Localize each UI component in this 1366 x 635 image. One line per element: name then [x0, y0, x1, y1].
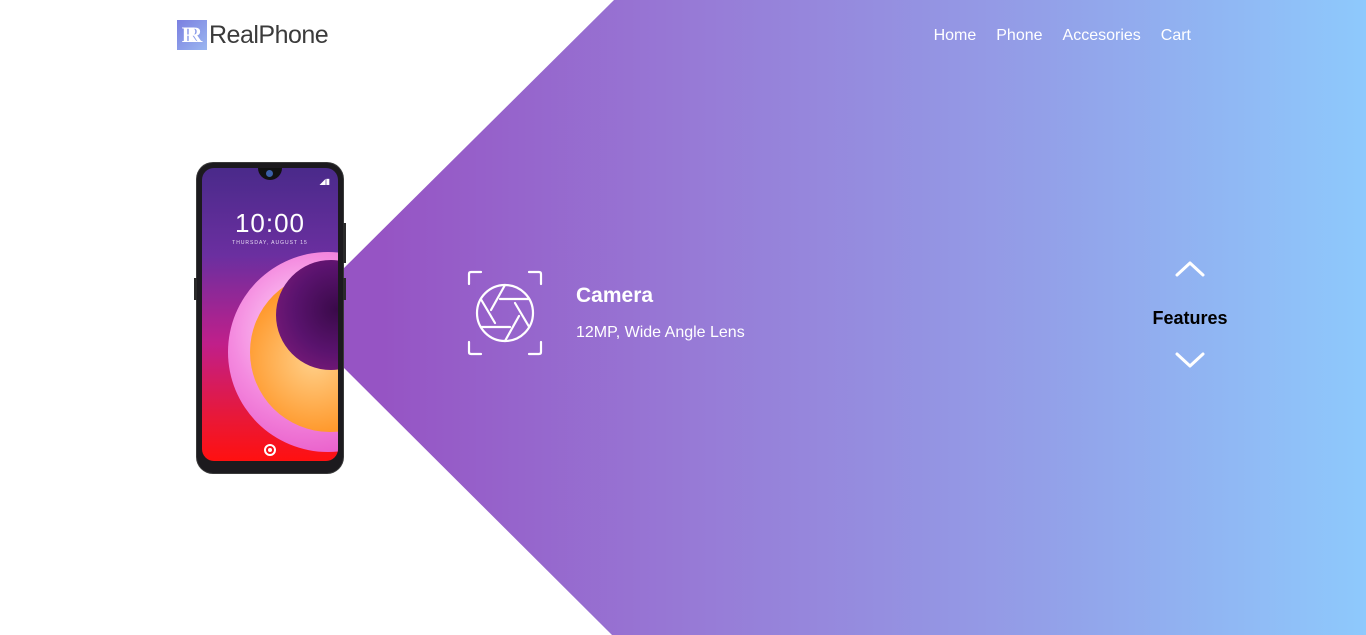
phone-power-button	[343, 278, 346, 300]
nav-phone[interactable]: Phone	[996, 27, 1042, 45]
feature-title: Camera	[576, 284, 654, 307]
main-nav: Home Phone Accesories Cart	[934, 27, 1191, 45]
camera-aperture-icon	[467, 270, 543, 356]
logo-mark-icon: RR	[177, 20, 207, 50]
phone-side-button	[194, 278, 197, 300]
nav-home[interactable]: Home	[934, 27, 977, 45]
features-navigator: Features	[1140, 258, 1240, 376]
nav-accesories[interactable]: Accesories	[1063, 27, 1141, 45]
chevron-up-icon[interactable]	[1174, 258, 1206, 278]
nav-cart[interactable]: Cart	[1161, 27, 1191, 45]
home-indicator-icon	[264, 444, 276, 456]
logo-text: RealPhone	[209, 20, 329, 49]
phone-image: ◢▮ 10:00 THURSDAY, AUGUST 15	[194, 163, 346, 473]
feature-description: 12MP, Wide Angle Lens	[576, 324, 745, 341]
front-camera-notch	[258, 168, 282, 180]
page: RR RealPhone Home Phone Accesories Cart …	[0, 0, 1366, 635]
logo[interactable]: RR RealPhone	[177, 20, 329, 50]
lockscreen-clock: 10:00	[234, 208, 306, 238]
lockscreen-date: THURSDAY, AUGUST 15	[232, 240, 308, 246]
phone-screen: ◢▮ 10:00 THURSDAY, AUGUST 15	[202, 168, 338, 461]
features-label: Features	[1152, 308, 1228, 328]
chevron-down-icon[interactable]	[1174, 351, 1206, 371]
signal-battery-icon: ◢▮	[319, 177, 330, 186]
phone-volume-button	[343, 223, 346, 263]
